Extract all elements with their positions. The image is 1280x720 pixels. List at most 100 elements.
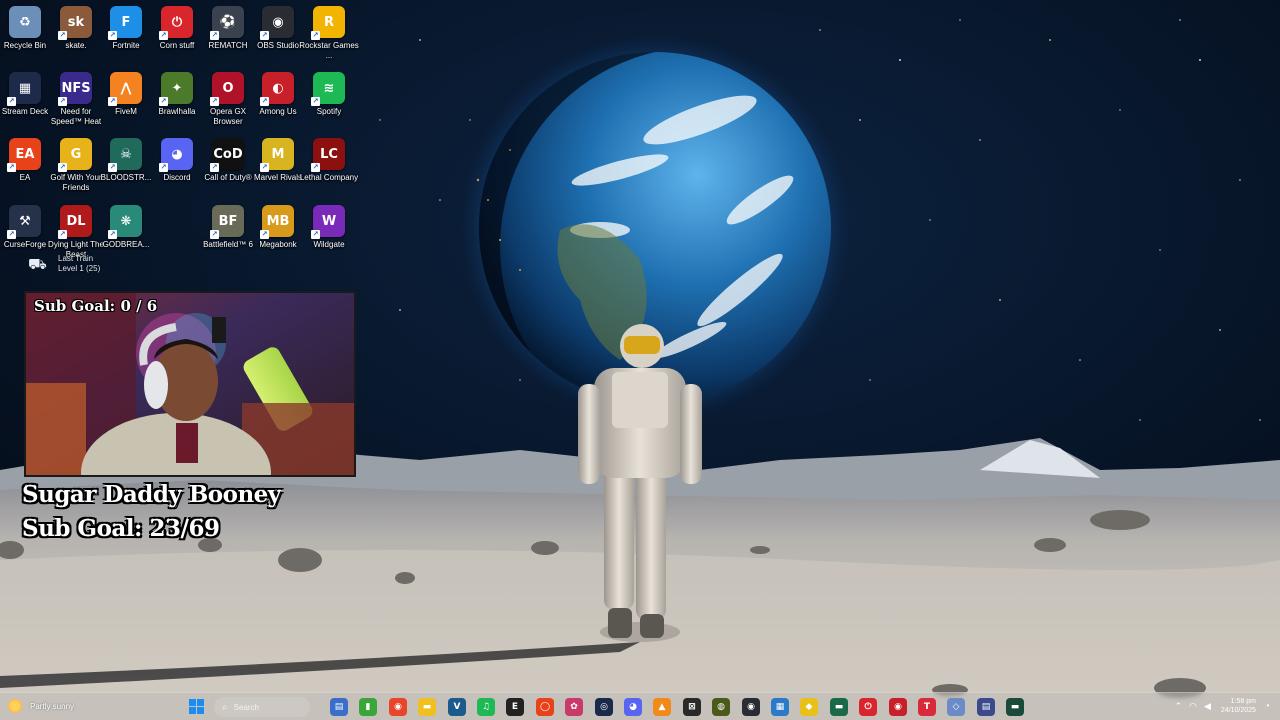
among-us-icon: ◐ ↗ (260, 72, 294, 106)
taskbar-clock[interactable]: 1:58 pm 24/10/2025 (1221, 697, 1256, 715)
skate-icon: sk ↗ (58, 6, 92, 40)
app7-icon[interactable]: ◇ (947, 698, 965, 716)
desktop-icon[interactable]: ❋ ↗ GODBREA... (100, 205, 152, 267)
desktop-icon[interactable]: W ↗ Wildgate (303, 205, 355, 267)
desktop-icon[interactable]: BF ↗ Battlefield™ 6 (202, 205, 254, 267)
shortcut-arrow-icon: ↗ (210, 97, 219, 106)
obs-taskbar-icon[interactable]: ◉ (742, 698, 760, 716)
discord-icon: ◕ ↗ (159, 138, 193, 172)
fortnite-icon: F ↗ (108, 6, 142, 40)
golf-icon: G ↗ (58, 138, 92, 172)
lethal-company-icon: LC ↗ (311, 138, 345, 172)
last-train-subtitle: Level 1 (25) (58, 264, 101, 273)
speaker-icon[interactable]: ◀ (1204, 701, 1211, 712)
desktop-icon-label: Spotify (316, 107, 342, 116)
shortcut-arrow-icon: ↗ (159, 163, 168, 172)
spotify-taskbar-icon[interactable]: ♫ (477, 698, 495, 716)
streamer-name-overlay: Sugar Daddy Booney (22, 481, 281, 508)
curseforge-icon: ⚒ ↗ (7, 205, 41, 239)
shortcut-arrow-icon: ↗ (108, 230, 117, 239)
file-explorer-icon[interactable]: ▬ (418, 698, 436, 716)
desktop-icon[interactable]: G ↗ Golf With Your Friends (50, 138, 102, 200)
vegas-icon[interactable]: V (448, 698, 466, 716)
system-tray: ⌃ ◠ ◀ 1:58 pm 24/10/2025 ◔ (1168, 697, 1270, 715)
desktop-icon[interactable]: F ↗ Fortnite (100, 6, 152, 68)
stream-deck-icon: ▦ ↗ (7, 72, 41, 106)
desktop-icon[interactable]: EA ↗ EA (0, 138, 51, 200)
app4-icon[interactable]: ◆ (800, 698, 818, 716)
app9-icon[interactable]: ▬ (1006, 698, 1024, 716)
desktop-icon[interactable]: ◐ ↗ Among Us (252, 72, 304, 134)
search-placeholder: Search (233, 702, 259, 712)
shortcut-arrow-icon: ↗ (260, 31, 269, 40)
shortcut-arrow-icon: ↗ (311, 31, 320, 40)
shortcut-arrow-icon: ↗ (108, 163, 117, 172)
steam-icon[interactable]: ◎ (595, 698, 613, 716)
xbox-icon[interactable]: ▮ (359, 698, 377, 716)
spotify-icon: ≋ ↗ (311, 72, 345, 106)
battlefield-icon: BF ↗ (210, 205, 244, 239)
desktop-icon[interactable]: LC ↗ Lethal Company (300, 138, 358, 200)
opera-gx-icon: O ↗ (210, 72, 244, 106)
shortcut-arrow-icon: ↗ (210, 230, 219, 239)
search-icon: ⌕ (222, 701, 228, 713)
desktop-icon[interactable]: ◉ ↗ OBS Studio (252, 6, 304, 68)
desktop-icon[interactable]: ✦ ↗ Brawlhalla (151, 72, 203, 134)
wildgate-icon: W ↗ (311, 205, 345, 239)
wifi-icon[interactable]: ◠ (1189, 701, 1197, 712)
chrome-icon[interactable]: ◉ (389, 698, 407, 716)
shortcut-arrow-icon: ↗ (260, 97, 269, 106)
desktop-icon[interactable]: ◕ ↗ Discord (151, 138, 203, 200)
clock-time: 1:58 pm (1230, 698, 1256, 705)
weather-widget[interactable]: Partly sunny (8, 699, 74, 713)
capcut-icon[interactable]: ⊠ (683, 698, 701, 716)
app2-icon[interactable]: ◍ (712, 698, 730, 716)
rematch-icon: ⚽ ↗ (210, 6, 244, 40)
shortcut-arrow-icon: ↗ (58, 97, 67, 106)
ea-icon: EA ↗ (7, 138, 41, 172)
windows-logo-icon (189, 699, 196, 706)
desktop-icon[interactable]: ⏻ ↗ Corn stuff (151, 6, 203, 68)
app3-icon[interactable]: ▦ (771, 698, 789, 716)
desktop-icon[interactable]: M ↗ Marvel Rivals (252, 138, 304, 200)
desktop-icon[interactable]: R ↗ Rockstar Games ... (299, 6, 359, 68)
desktop-icon-label: GODBREA... (102, 240, 150, 249)
start-button[interactable] (188, 698, 206, 716)
shortcut-arrow-icon: ↗ (159, 97, 168, 106)
app-icon[interactable]: ✿ (565, 698, 583, 716)
recycle-bin-icon: ♻ (9, 6, 41, 38)
app5-icon[interactable]: ▬ (830, 698, 848, 716)
desktop-icon[interactable]: ♻ Recycle Bin (0, 6, 51, 68)
epic-games-icon[interactable]: E (506, 698, 524, 716)
desktop-icon[interactable]: MB ↗ Megabonk (252, 205, 304, 267)
weather-text: Partly sunny (30, 701, 75, 711)
desktop-icon[interactable]: ≋ ↗ Spotify (303, 72, 355, 134)
desktop-icon-grid: ♻ Recycle Bin sk ↗ skate. F ↗ Fortnite ⏻ ↗ Corn st… (0, 0, 360, 280)
desktop-item-last-train[interactable]: ⛟ Last Train Level 1 (25) (28, 254, 100, 274)
shortcut-arrow-icon: ↗ (58, 163, 67, 172)
power-taskbar-icon[interactable]: ⏻ (859, 698, 877, 716)
shortcut-arrow-icon: ↗ (7, 97, 16, 106)
vlc-icon[interactable]: ▲ (653, 698, 671, 716)
chevron-up-icon[interactable]: ⌃ (1175, 701, 1183, 712)
bloodstrike-icon: ☠ ↗ (108, 138, 142, 172)
desktop-icon[interactable]: NFS ↗ Need for Speed™ Heat (50, 72, 102, 134)
opera-taskbar-icon[interactable]: ◉ (889, 698, 907, 716)
webcam-sub-goal: Sub Goal: 0 / 6 (34, 297, 158, 315)
desktop-icon[interactable]: ☠ ↗ BLOODSTR... (100, 138, 152, 200)
desktop-icon[interactable]: ⋀ ↗ FiveM (100, 72, 152, 134)
desktop-icon[interactable]: O ↗ Opera GX Browser (202, 72, 254, 134)
brawlhalla-icon: ✦ ↗ (159, 72, 193, 106)
desktop-icon[interactable]: sk ↗ skate. (50, 6, 102, 68)
desktop-icon[interactable]: ▦ ↗ Stream Deck (0, 72, 51, 134)
app6-icon[interactable]: T (918, 698, 936, 716)
shortcut-arrow-icon: ↗ (108, 97, 117, 106)
desktop-icon[interactable]: CoD ↗ Call of Duty® (202, 138, 254, 200)
taskbar-search-box[interactable]: ⌕ Search (214, 697, 310, 717)
ea-app-icon[interactable]: ◯ (536, 698, 554, 716)
app8-icon[interactable]: ▤ (977, 698, 995, 716)
notification-bell-icon[interactable]: ◔ (1264, 701, 1270, 712)
task-view-icon[interactable]: ▤ (330, 698, 348, 716)
desktop-icon[interactable]: ⚽ ↗ REMATCH (202, 6, 254, 68)
discord-taskbar-icon[interactable]: ◕ (624, 698, 642, 716)
